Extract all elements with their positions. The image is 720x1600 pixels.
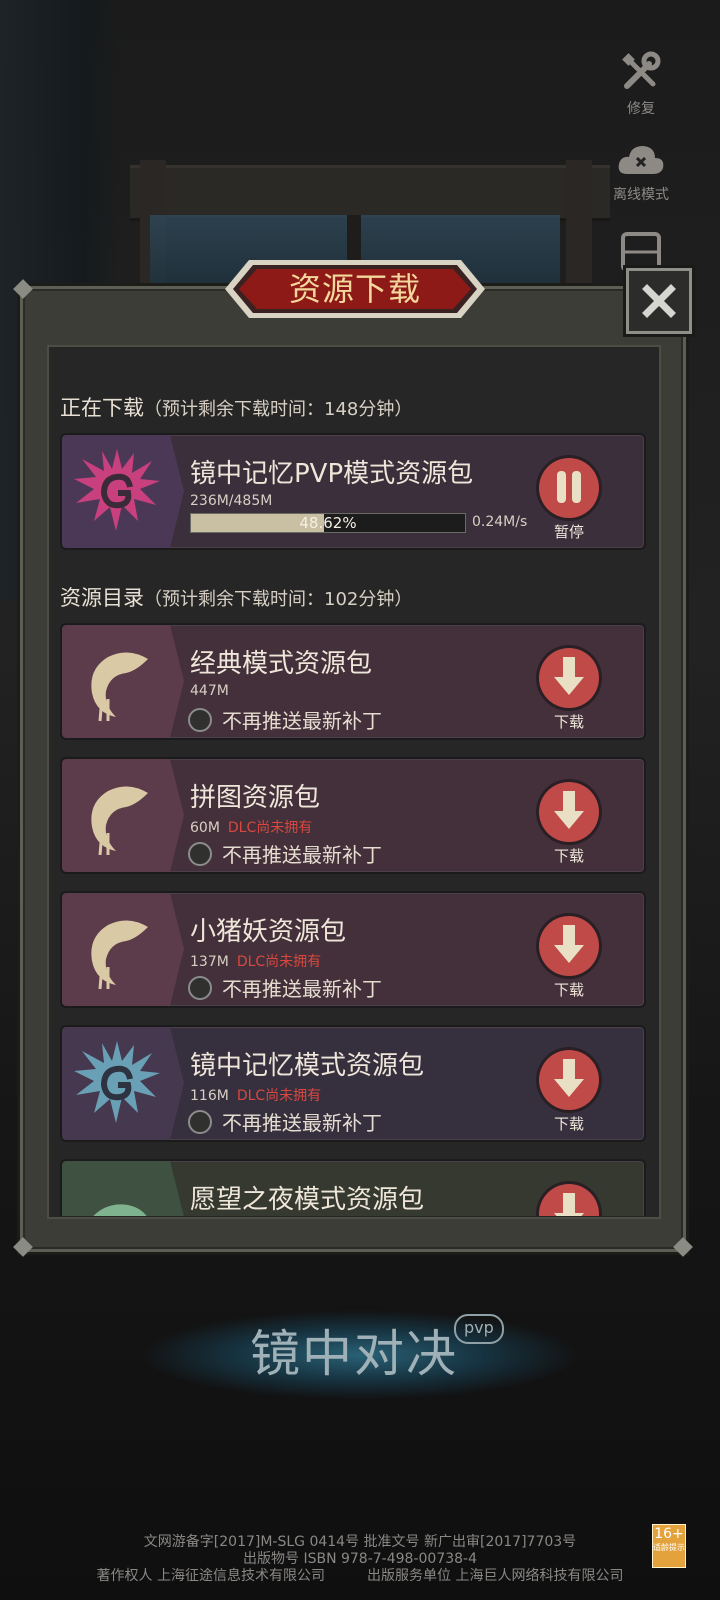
- download-speed: 0.24M/s: [472, 514, 528, 530]
- background-beam: [130, 165, 610, 221]
- offline-mode-button[interactable]: 离线模式: [601, 140, 681, 204]
- catalog-eta: （预计剩余下载时间：102分钟）: [144, 589, 413, 610]
- download-button[interactable]: [534, 643, 604, 713]
- download-size-progress: 236M/485M: [190, 493, 273, 509]
- checkbox-circle[interactable]: [188, 842, 212, 866]
- age-rating-badge: 16+ 适龄提示: [652, 1524, 686, 1568]
- download-progress-percent: 48.62%: [299, 514, 357, 532]
- wrench-screwdriver-icon: [622, 51, 661, 89]
- logo-badge: pvp: [454, 1314, 504, 1344]
- download-button[interactable]: [534, 1179, 604, 1216]
- catalog-item-size: 116M: [190, 1088, 229, 1104]
- download-button[interactable]: [534, 777, 604, 847]
- catalog-item-dlc: DLC尚未拥有: [236, 1088, 322, 1104]
- no-patch-label: 不再推送最新补丁: [222, 709, 382, 733]
- catalog-item-size: 60M: [190, 820, 220, 836]
- close-x-icon: [642, 284, 676, 318]
- no-patch-checkbox[interactable]: 不再推送最新补丁: [188, 973, 382, 1002]
- catalog-item-card: 小猪妖资源包 137M DLC尚未拥有 不再推送最新补丁 下载: [60, 891, 646, 1008]
- catalog-item-meta: 137M DLC尚未拥有: [190, 951, 321, 971]
- swirl-spiky-icon: [74, 1041, 160, 1123]
- catalog-item-name: 小猪妖资源包: [190, 917, 347, 947]
- legal-line-3: 著作权人 上海征途信息技术有限公司 出版服务单位 上海巨人网络科技有限公司: [96, 1568, 624, 1584]
- catalog-item-dlc: DLC尚未拥有: [236, 954, 322, 970]
- repair-button[interactable]: 修复: [601, 50, 681, 118]
- no-patch-label: 不再推送最新补丁: [222, 977, 382, 1001]
- catalog-item-meta: 116M DLC尚未拥有: [190, 1085, 321, 1105]
- logo-title: 镜中对决: [250, 1325, 458, 1383]
- download-button[interactable]: [534, 1045, 604, 1115]
- crescent-swirl-icon: [91, 786, 148, 856]
- panel-title: 资源下载: [288, 270, 421, 308]
- catalog-item-name: 经典模式资源包: [190, 649, 373, 679]
- catalog-item-card: 愿望之夜模式资源包: [60, 1159, 646, 1216]
- catalog-label: 资源目录: [60, 586, 144, 610]
- no-patch-label: 不再推送最新补丁: [222, 843, 382, 867]
- downloading-label: 正在下载: [60, 396, 144, 420]
- no-patch-label: 不再推送最新补丁: [222, 1111, 382, 1135]
- pause-button[interactable]: [534, 453, 604, 523]
- age-rating: 16+: [654, 1526, 684, 1542]
- swirl-spiky-icon: [74, 449, 160, 531]
- download-button[interactable]: [534, 911, 604, 981]
- catalog-item-name: 拼图资源包: [190, 783, 321, 813]
- crescent-swirl-icon: [91, 652, 148, 722]
- checkbox-circle[interactable]: [188, 976, 212, 1000]
- cloud-x-icon: [618, 146, 664, 174]
- crescent-swirl-icon: [91, 920, 148, 990]
- downloading-item-card: 镜中记忆PVP模式资源包 236M/485M 48.62% 0.24M/s 暂停: [60, 433, 646, 550]
- catalog-item-card: 拼图资源包 60M DLC尚未拥有 不再推送最新补丁 下载: [60, 757, 646, 874]
- downloading-section-label: 正在下载（预计剩余下载时间：148分钟）: [60, 392, 412, 422]
- download-item-name: 镜中记忆PVP模式资源包: [190, 459, 474, 489]
- no-patch-checkbox[interactable]: 不再推送最新补丁: [188, 839, 382, 868]
- close-button[interactable]: [626, 268, 692, 334]
- catalog-section-label: 资源目录（预计剩余下载时间：102分钟）: [60, 582, 412, 612]
- catalog-item-name: 镜中记忆模式资源包: [190, 1051, 425, 1081]
- panel-title-plate: 资源下载: [225, 258, 485, 320]
- age-rating-note: 适龄提示: [653, 1543, 685, 1552]
- catalog-item-name: 愿望之夜模式资源包: [190, 1185, 425, 1215]
- repair-label: 修复: [627, 101, 655, 117]
- download-label: 下载: [553, 1115, 584, 1133]
- legal-line-1: 文网游备字[2017]M-SLG 0414号 批准文号 新广出审[2017]77…: [143, 1534, 577, 1550]
- legal-info: 文网游备字[2017]M-SLG 0414号 批准文号 新广出审[2017]77…: [0, 1534, 720, 1585]
- catalog-list[interactable]: 经典模式资源包 447M 不再推送最新补丁 下载 拼图资源包 60M DLC尚未拥…: [44, 620, 658, 1216]
- download-label: 下载: [553, 847, 584, 865]
- offline-mode-label: 离线模式: [613, 187, 669, 203]
- no-patch-checkbox[interactable]: 不再推送最新补丁: [188, 705, 382, 734]
- catalog-item-card: 镜中记忆模式资源包 116M DLC尚未拥有 不再推送最新补丁 下载: [60, 1025, 646, 1142]
- download-label: 下载: [553, 713, 584, 731]
- catalog-item-meta: 60M DLC尚未拥有: [190, 817, 312, 837]
- catalog-item-dlc: DLC尚未拥有: [227, 820, 313, 836]
- background-post-right: [566, 160, 592, 300]
- game-logo: 镜中对决 pvp: [0, 1290, 720, 1420]
- catalog-item-meta: 447M: [190, 683, 237, 699]
- catalog-item-size: 137M: [190, 954, 229, 970]
- downloading-eta: （预计剩余下载时间：148分钟）: [144, 399, 413, 420]
- pause-label: 暂停: [553, 523, 584, 541]
- catalog-item-card: 经典模式资源包 447M 不再推送最新补丁 下载: [60, 623, 646, 740]
- download-progress-bar: 48.62%: [190, 513, 466, 533]
- no-patch-checkbox[interactable]: 不再推送最新补丁: [188, 1107, 382, 1136]
- download-label: 下载: [553, 981, 584, 999]
- legal-line-2: 出版物号 ISBN 978-7-498-00738-4: [243, 1551, 477, 1567]
- checkbox-circle[interactable]: [188, 1110, 212, 1134]
- checkbox-circle[interactable]: [188, 708, 212, 732]
- leaf-swirl-icon: [93, 1204, 147, 1216]
- catalog-item-size: 447M: [190, 683, 229, 699]
